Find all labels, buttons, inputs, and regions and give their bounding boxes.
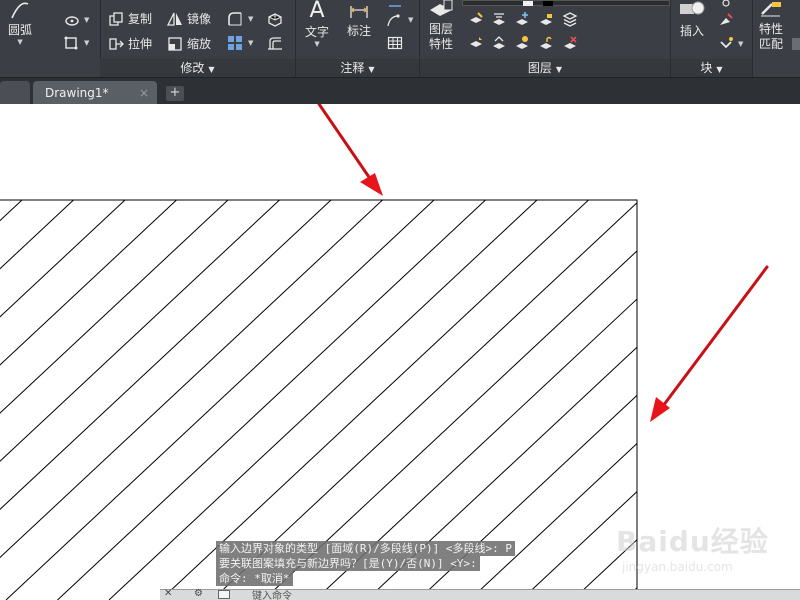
match-properties-icon — [758, 0, 784, 18]
close-icon[interactable]: ✕ — [164, 588, 172, 599]
insert-block-icon — [678, 0, 706, 18]
offset-icon[interactable] — [267, 35, 283, 51]
block-panel-title: 块 — [700, 61, 713, 75]
tab-drawing1[interactable]: Drawing1* × — [33, 81, 157, 105]
arc-button[interactable]: 圆弧 ▼ — [8, 0, 32, 46]
match-properties-line1: 特性 — [758, 22, 783, 36]
chevron-down-icon[interactable]: ▼ — [84, 39, 89, 47]
insert-block-button[interactable]: 插入 — [678, 0, 706, 39]
block-panel-label[interactable]: 块 ▼ — [671, 59, 752, 77]
layers-panel-title: 图层 — [527, 61, 552, 75]
layer-delete-icon[interactable] — [562, 35, 578, 51]
annotation-panel-label[interactable]: 注释 ▼ — [296, 59, 419, 77]
layer-properties-icon — [428, 0, 454, 18]
close-icon[interactable]: × — [139, 81, 149, 105]
match-properties-line2: 匹配 — [758, 37, 783, 51]
layer-match-icon[interactable] — [491, 35, 507, 51]
chevron-down-icon: ▼ — [17, 38, 23, 46]
command-input[interactable]: 键入命令 — [252, 587, 292, 600]
chevron-down-icon[interactable]: ▼ — [248, 39, 253, 47]
command-prompt-icon[interactable] — [218, 590, 230, 599]
scale-button[interactable]: 缩放 — [167, 35, 211, 52]
command-history-line: 要关联图案填充与新边界吗？[是(Y)/否(N)] <Y>: — [216, 556, 480, 571]
text-label: 文字 — [305, 25, 330, 39]
layer-thaw-icon[interactable] — [514, 35, 530, 51]
modify-panel-label[interactable]: 修改 ▼ — [100, 59, 295, 77]
chevron-down-icon: ▼ — [555, 65, 563, 74]
dimension-button[interactable]: 标注 — [347, 2, 371, 39]
mirror-label: 镜像 — [187, 12, 212, 26]
layer-properties-label-line2: 特性 — [428, 37, 453, 51]
ellipse-icon[interactable] — [64, 12, 80, 28]
chevron-down-icon: ▼ — [314, 40, 320, 48]
file-tab-bar: Drawing1* × + — [0, 77, 800, 105]
text-button[interactable]: A 文字 ▼ — [305, 0, 329, 48]
tab-previous[interactable] — [0, 81, 30, 105]
layer-dropdown[interactable] — [462, 0, 670, 6]
make-current-icon[interactable] — [468, 35, 484, 51]
chevron-down-icon[interactable]: ▼ — [408, 16, 413, 24]
insert-block-label: 插入 — [679, 24, 704, 38]
chevron-down-icon: ▼ — [368, 65, 375, 74]
wrench-icon[interactable]: ⚙ — [194, 588, 203, 599]
dimension-icon — [348, 2, 370, 20]
mirror-icon — [167, 11, 183, 27]
modify-panel-title: 修改 — [180, 61, 205, 75]
layer-stack-icon[interactable] — [562, 11, 578, 27]
table-icon[interactable] — [387, 35, 403, 51]
edit-block-icon[interactable] — [718, 12, 734, 28]
layer-isolate-icon[interactable] — [491, 11, 507, 27]
scale-label: 缩放 — [187, 37, 212, 51]
tab-drawing1-label: Drawing1* — [45, 86, 109, 100]
dimension-label: 标注 — [347, 24, 372, 38]
stretch-label: 拉伸 — [128, 37, 153, 51]
command-history-line: 输入边界对象的类型 [面域(R)/多段线(P)] <多段线>: P — [216, 541, 515, 556]
layer-unlock-icon[interactable] — [538, 35, 554, 51]
drawing-canvas[interactable]: Baidu经验 jingyan.baidu.com — [0, 104, 800, 600]
layer-color-swatch — [543, 1, 553, 6]
layer-color-swatch — [523, 1, 533, 6]
layer-lock-icon[interactable] — [538, 11, 554, 27]
mirror-button[interactable]: 镜像 — [167, 10, 211, 27]
ribbon: 圆弧 ▼ ▼ ▼ 复制 镜像 ▼ 拉伸 缩放 ▼ 修改 ▼ A 文字 ▼ 标注 … — [0, 0, 800, 77]
command-history: 输入边界对象的类型 [面域(R)/多段线(P)] <多段线>: P 要关联图案填… — [216, 541, 515, 586]
leader-icon[interactable] — [386, 12, 402, 28]
copy-button[interactable]: 复制 — [108, 10, 152, 27]
annotation-panel-title: 注释 — [340, 61, 365, 75]
chevron-down-icon[interactable]: ▼ — [84, 16, 89, 24]
baidu-watermark: Baidu经验 jingyan.baidu.com — [612, 512, 792, 582]
block-attribute-icon[interactable] — [718, 36, 734, 52]
layers-panel-label[interactable]: 图层 ▼ — [420, 59, 670, 77]
new-tab-button[interactable]: + — [166, 86, 184, 101]
layer-freeze-icon[interactable] — [514, 11, 530, 27]
chevron-down-icon: ▼ — [208, 65, 215, 74]
copy-label: 复制 — [128, 12, 153, 26]
properties-extra-icon[interactable] — [792, 36, 800, 52]
layer-off-icon[interactable] — [468, 11, 484, 27]
annotation-arrow-right — [650, 265, 769, 422]
match-properties-button[interactable]: 特性 匹配 — [758, 0, 784, 52]
stretch-icon — [108, 36, 124, 52]
explode-icon[interactable] — [267, 11, 283, 27]
stretch-button[interactable]: 拉伸 — [108, 35, 152, 52]
layer-properties-label-line1: 图层 — [428, 22, 453, 36]
command-history-line: 命令: *取消* — [216, 571, 293, 586]
scale-icon — [167, 36, 183, 52]
arc-label: 圆弧 — [8, 23, 33, 37]
arc-icon — [9, 0, 31, 20]
chevron-down-icon[interactable]: ▼ — [248, 15, 253, 23]
copy-icon — [108, 11, 124, 27]
chevron-down-icon: ▼ — [716, 65, 723, 74]
fillet-icon[interactable] — [227, 11, 243, 27]
layer-properties-button[interactable]: 图层 特性 — [428, 0, 454, 52]
annotation-arrow-top — [317, 104, 383, 196]
baidu-logo: Baidu经验 — [616, 525, 769, 558]
array-icon[interactable] — [227, 35, 243, 51]
chevron-down-icon[interactable]: ▼ — [738, 40, 743, 48]
text-large-icon: A — [309, 0, 325, 23]
command-line: ✕ ⚙ 键入命令 — [160, 587, 800, 600]
baidu-url: jingyan.baidu.com — [622, 560, 733, 574]
region-icon[interactable] — [63, 35, 79, 51]
